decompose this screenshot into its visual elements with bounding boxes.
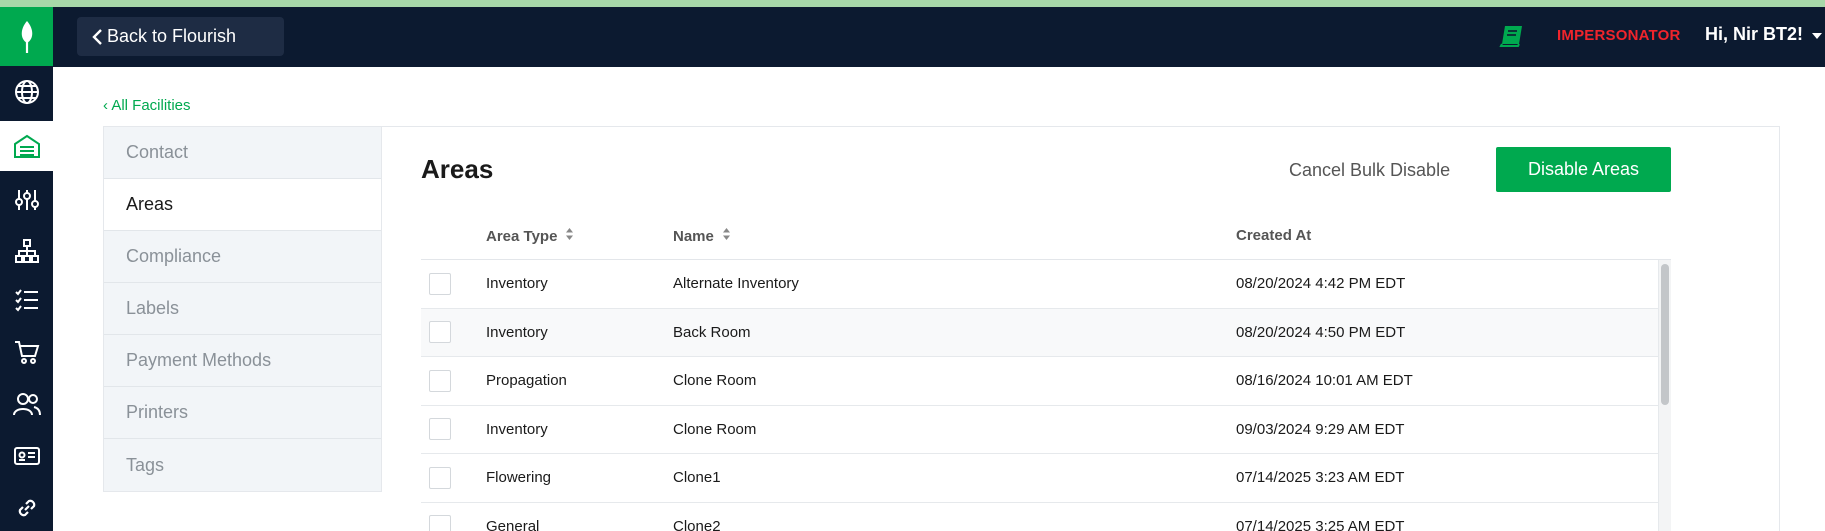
nav-item-tags[interactable]: Tags <box>104 439 381 491</box>
table-row: Flowering Clone1 07/14/2025 3:23 AM EDT <box>421 454 1658 503</box>
cell-name: Clone1 <box>673 469 721 487</box>
chevron-left-icon <box>91 28 103 51</box>
cell-area-type: General <box>486 517 540 531</box>
column-header-created-at: Created At <box>1236 227 1312 244</box>
row-checkbox[interactable] <box>429 466 451 489</box>
facility-icon[interactable] <box>0 121 53 171</box>
top-bar: Back to Flourish IMPERSONATOR Hi, Nir BT… <box>53 7 1825 67</box>
cell-created-at: 08/16/2024 10:01 AM EDT <box>1236 372 1413 390</box>
app-sidebar <box>0 7 53 531</box>
page-title: Areas <box>421 154 494 184</box>
user-menu[interactable]: Hi, Nir BT2! <box>1705 24 1823 45</box>
cell-area-type: Inventory <box>486 275 548 293</box>
cell-name: Clone2 <box>673 517 721 531</box>
book-icon[interactable] <box>1499 24 1525 53</box>
table-row: Propagation Clone Room 08/16/2024 10:01 … <box>421 357 1658 406</box>
facility-settings-nav: Contact Areas Compliance Labels Payment … <box>103 126 382 492</box>
disable-areas-button[interactable]: Disable Areas <box>1496 147 1671 192</box>
cell-name: Back Room <box>673 323 751 341</box>
users-icon[interactable] <box>0 379 53 429</box>
cell-created-at: 07/14/2025 3:23 AM EDT <box>1236 469 1405 487</box>
cancel-bulk-disable-button[interactable]: Cancel Bulk Disable <box>1289 160 1450 181</box>
sort-icon <box>722 227 731 245</box>
cell-area-type: Inventory <box>486 323 548 341</box>
table-row: Inventory Clone Room 09/03/2024 9:29 AM … <box>421 406 1658 454</box>
globe-icon[interactable] <box>0 67 53 117</box>
flourish-logo-icon[interactable] <box>0 7 53 66</box>
table-row: General Clone2 07/14/2025 3:25 AM EDT <box>421 503 1658 531</box>
nav-item-printers[interactable]: Printers <box>104 387 381 439</box>
nav-item-compliance[interactable]: Compliance <box>104 231 381 283</box>
back-button-label: Back to Flourish <box>107 26 237 46</box>
impersonator-badge: IMPERSONATOR <box>1557 27 1681 44</box>
cell-created-at: 08/20/2024 4:42 PM EDT <box>1236 275 1406 293</box>
caret-down-icon <box>1811 24 1823 45</box>
row-checkbox[interactable] <box>429 321 451 344</box>
column-header-area-type[interactable]: Area Type <box>486 227 574 245</box>
cell-area-type: Flowering <box>486 469 552 487</box>
all-facilities-link[interactable]: ‹ All Facilities <box>103 97 191 114</box>
link-icon[interactable] <box>0 483 53 531</box>
column-header-name[interactable]: Name <box>673 227 731 245</box>
nav-item-labels[interactable]: Labels <box>104 283 381 335</box>
nav-item-payment-methods[interactable]: Payment Methods <box>104 335 381 387</box>
cell-name: Clone Room <box>673 420 757 438</box>
cell-area-type: Inventory <box>486 420 548 438</box>
table-scrollbar[interactable] <box>1658 260 1671 531</box>
row-checkbox[interactable] <box>429 272 451 295</box>
id-card-icon[interactable] <box>0 431 53 481</box>
sort-icon <box>565 227 574 245</box>
cell-name: Clone Room <box>673 372 757 390</box>
nav-item-areas[interactable]: Areas <box>104 179 381 231</box>
task-list-icon[interactable] <box>0 275 53 325</box>
row-checkbox[interactable] <box>429 418 451 441</box>
row-checkbox[interactable] <box>429 515 451 531</box>
cell-area-type: Propagation <box>486 372 567 390</box>
cell-created-at: 07/14/2025 3:25 AM EDT <box>1236 517 1405 531</box>
areas-table: Inventory Alternate Inventory 08/20/2024… <box>421 260 1658 531</box>
sliders-icon[interactable] <box>0 175 53 225</box>
org-chart-icon[interactable] <box>0 226 53 276</box>
cart-icon[interactable] <box>0 327 53 377</box>
cell-name: Alternate Inventory <box>673 275 799 293</box>
table-row: Inventory Back Room 08/20/2024 4:50 PM E… <box>421 308 1658 357</box>
cell-created-at: 08/20/2024 4:50 PM EDT <box>1236 323 1406 341</box>
nav-item-contact[interactable]: Contact <box>104 127 381 179</box>
top-accent-strip <box>0 0 1825 7</box>
table-row: Inventory Alternate Inventory 08/20/2024… <box>421 260 1658 309</box>
cell-created-at: 09/03/2024 9:29 AM EDT <box>1236 420 1405 438</box>
row-checkbox[interactable] <box>429 369 451 392</box>
scrollbar-thumb[interactable] <box>1661 264 1669 405</box>
user-greeting: Hi, Nir BT2! <box>1705 24 1804 44</box>
back-to-flourish-button[interactable]: Back to Flourish <box>77 17 284 56</box>
